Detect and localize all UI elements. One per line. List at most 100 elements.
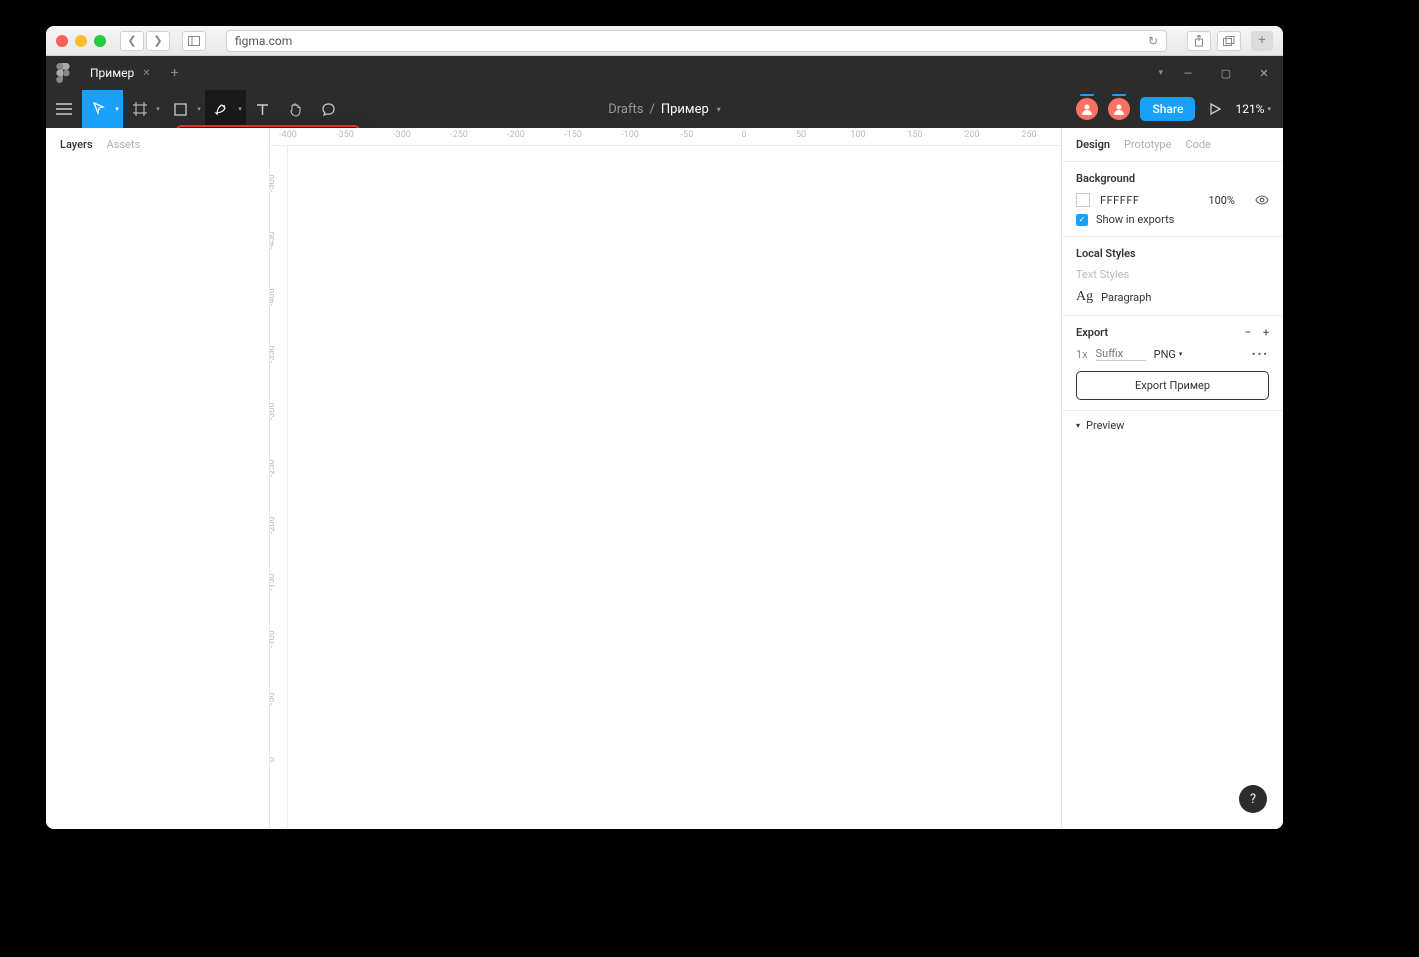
local-styles-title: Local Styles <box>1076 247 1269 260</box>
minimize-window-button[interactable] <box>75 35 87 47</box>
export-format-value: PNG <box>1154 348 1176 361</box>
remove-export-button[interactable]: − <box>1245 326 1251 339</box>
breadcrumb: Drafts / Пример ▾ <box>608 102 721 117</box>
present-button[interactable] <box>1205 103 1225 115</box>
ruler-tick: -300 <box>270 402 277 420</box>
breadcrumb-separator: / <box>649 102 654 117</box>
text-style-row[interactable]: Ag Paragraph <box>1076 289 1269 305</box>
ruler-tick: 100 <box>850 130 865 140</box>
left-panel: Layers Assets <box>46 128 270 829</box>
background-color-row: FFFFFF 100% <box>1076 193 1269 207</box>
url-text: figma.com <box>235 34 292 48</box>
close-button[interactable]: ✕ <box>1245 56 1283 90</box>
app-window: ❮ ❯ figma.com ↻ + Пример ✕ + <box>46 26 1283 829</box>
breadcrumb-chevron-icon[interactable]: ▾ <box>717 105 721 114</box>
figma-window-controls: ▾ — ▢ ✕ <box>1152 56 1283 90</box>
layers-tab[interactable]: Layers <box>60 138 93 151</box>
horizontal-ruler: -400 -350 -300 -250 -200 -150 -100 -50 0… <box>270 128 1061 146</box>
breadcrumb-filename[interactable]: Пример <box>661 102 709 117</box>
prototype-tab[interactable]: Prototype <box>1124 138 1171 151</box>
reload-icon[interactable]: ↻ <box>1148 34 1158 48</box>
figma-logo-icon[interactable] <box>46 56 80 90</box>
window-traffic-lights <box>56 35 106 47</box>
text-style-name: Paragraph <box>1101 291 1151 304</box>
color-hex[interactable]: FFFFFF <box>1100 194 1139 207</box>
checkbox-icon[interactable]: ✓ <box>1076 214 1088 226</box>
minimize-button[interactable]: — <box>1169 56 1207 90</box>
main-area: Layers Assets -400 -350 -300 -250 -200 -… <box>46 128 1283 829</box>
fullscreen-window-button[interactable] <box>94 35 106 47</box>
ruler-tick: 200 <box>964 130 979 140</box>
ruler-tick: -250 <box>450 130 468 140</box>
url-bar[interactable]: figma.com ↻ <box>226 30 1167 52</box>
ruler-tick: -50 <box>270 692 277 705</box>
ruler-tick: -150 <box>564 130 582 140</box>
sidebar-toggle-button[interactable] <box>182 31 206 51</box>
breadcrumb-root[interactable]: Drafts <box>608 102 643 117</box>
pen-tool[interactable] <box>205 90 238 128</box>
ruler-tick: -350 <box>336 130 354 140</box>
right-panel-tabs: Design Prototype Code <box>1062 128 1283 162</box>
export-suffix-input[interactable] <box>1096 347 1146 361</box>
browser-nav-buttons: ❮ ❯ <box>120 31 170 51</box>
add-export-button[interactable]: + <box>1263 326 1269 339</box>
toolbar-right: Share 121% ▾ <box>1076 90 1283 128</box>
background-section: Background FFFFFF 100% ✓ Show in exports <box>1062 162 1283 237</box>
add-tab-button[interactable]: + <box>161 56 189 90</box>
export-title: Export − + <box>1076 326 1269 339</box>
figma-tab-bar: Пример ✕ + ▾ — ▢ ✕ <box>46 56 1283 90</box>
zoom-chevron-icon: ▾ <box>1267 105 1271 113</box>
export-scale[interactable]: 1x <box>1076 348 1088 361</box>
tabs-browser-button[interactable] <box>1217 31 1241 51</box>
forward-button[interactable]: ❯ <box>146 31 170 51</box>
move-tool[interactable] <box>82 90 115 128</box>
menu-button[interactable] <box>46 90 82 128</box>
maximize-button[interactable]: ▢ <box>1207 56 1245 90</box>
export-section: Export − + 1x PNG ▾ ••• Export Пример <box>1062 316 1283 411</box>
show-in-exports-row[interactable]: ✓ Show in exports <box>1076 213 1269 226</box>
document-tab[interactable]: Пример ✕ <box>80 56 161 90</box>
frame-tool[interactable] <box>123 90 156 128</box>
text-style-preview: Ag <box>1076 289 1093 305</box>
color-opacity[interactable]: 100% <box>1208 194 1235 207</box>
ruler-tick: -200 <box>270 516 277 534</box>
back-button[interactable]: ❮ <box>120 31 144 51</box>
assets-tab[interactable]: Assets <box>107 138 141 151</box>
export-more-icon[interactable]: ••• <box>1252 348 1269 361</box>
export-format-select[interactable]: PNG ▾ <box>1154 348 1183 361</box>
close-window-button[interactable] <box>56 35 68 47</box>
share-browser-button[interactable] <box>1187 31 1211 51</box>
left-panel-tabs: Layers Assets <box>46 128 269 161</box>
ruler-tick: -450 <box>270 231 277 249</box>
new-tab-button[interactable]: + <box>1251 31 1273 51</box>
user-avatar-1[interactable] <box>1076 98 1098 120</box>
ruler-tick: -400 <box>270 288 277 306</box>
caret-down-icon: ▾ <box>1076 421 1080 430</box>
export-settings-row: 1x PNG ▾ ••• <box>1076 347 1269 361</box>
color-swatch[interactable] <box>1076 193 1090 207</box>
canvas-area[interactable]: -400 -350 -300 -250 -200 -150 -100 -50 0… <box>270 128 1061 829</box>
vertical-ruler: -500 -450 -400 -350 -300 -250 -200 -150 … <box>270 146 288 829</box>
ruler-tick: -200 <box>507 130 525 140</box>
export-button[interactable]: Export Пример <box>1076 371 1269 400</box>
text-styles-label: Text Styles <box>1076 268 1269 281</box>
ruler-tick: 50 <box>796 130 806 140</box>
zoom-control[interactable]: 121% ▾ <box>1235 102 1271 116</box>
hand-tool[interactable] <box>279 90 312 128</box>
share-button[interactable]: Share <box>1140 97 1195 121</box>
text-tool[interactable] <box>246 90 279 128</box>
visibility-icon[interactable] <box>1255 195 1269 205</box>
user-avatar-2[interactable] <box>1108 98 1130 120</box>
close-tab-icon[interactable]: ✕ <box>142 68 150 79</box>
ruler-tick: -500 <box>270 174 277 192</box>
ruler-tick: 0 <box>741 130 746 140</box>
shape-tool[interactable] <box>164 90 197 128</box>
help-button[interactable]: ? <box>1239 785 1267 813</box>
dropdown-icon[interactable]: ▾ <box>1152 68 1169 78</box>
comment-tool[interactable] <box>312 90 345 128</box>
export-title-text: Export <box>1076 326 1108 339</box>
export-preview-toggle[interactable]: ▾ Preview <box>1062 411 1283 440</box>
design-tab[interactable]: Design <box>1076 138 1110 151</box>
document-tab-title: Пример <box>90 66 134 80</box>
code-tab[interactable]: Code <box>1185 138 1210 151</box>
